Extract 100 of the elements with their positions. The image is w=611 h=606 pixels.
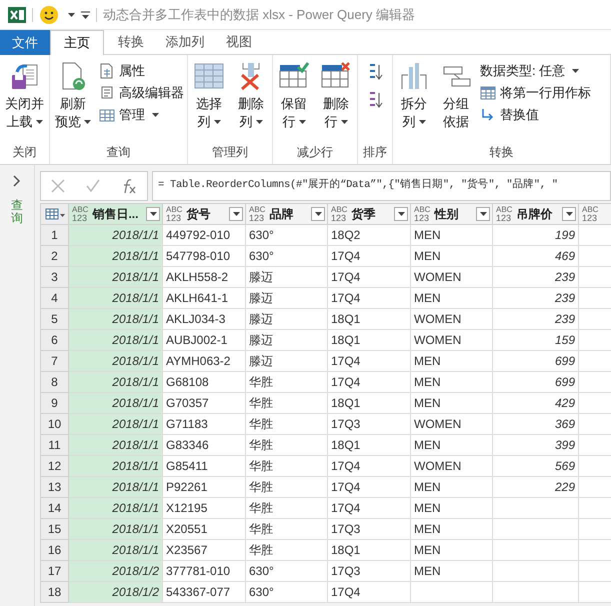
table-cell: G71183	[163, 414, 246, 435]
table-cell: 547798-010	[163, 246, 246, 267]
table-cell: 华胜	[246, 477, 328, 498]
ribbon-button[interactable]: 保留 行	[276, 61, 312, 131]
table-cell: AUBJ002-1	[163, 330, 246, 351]
filter-dropdown[interactable]	[476, 207, 490, 221]
caret-icon	[68, 12, 75, 16]
table-grid-icon	[193, 61, 225, 91]
table-cell: 569	[493, 456, 579, 477]
table-cell: MEN	[411, 372, 493, 393]
table-cell: WOMEN	[411, 309, 493, 330]
table-cell: 2018/1/1	[69, 288, 163, 309]
type-label[interactable]: ABC 123	[582, 206, 598, 222]
column-title: 销售日...	[92, 206, 140, 223]
row-number: 18	[41, 582, 69, 603]
type-label[interactable]: ABC 123	[249, 206, 266, 222]
ribbon-button[interactable]: 选择 列	[191, 61, 227, 131]
table-cell: 2018/1/2	[69, 582, 163, 603]
type-label[interactable]: ABC 123	[166, 206, 182, 222]
table-cell: 2018/1/1	[69, 393, 163, 414]
ribbon-button[interactable]: 属性	[99, 61, 184, 81]
column-title: 性别	[434, 206, 460, 223]
column-title: 吊牌价	[516, 206, 554, 223]
group-label: 转换	[488, 144, 514, 161]
ribbon-button[interactable]: 数据类型: 任意	[480, 61, 591, 81]
table-cell: 239	[493, 288, 579, 309]
table-cell: 18Q1	[328, 435, 411, 456]
ribbon-button[interactable]: 管理	[99, 105, 184, 125]
table-cell: 滕迈	[246, 351, 328, 372]
ribbon-button[interactable]: 分组 依据	[438, 61, 474, 131]
table-cell: 17Q4	[328, 267, 411, 288]
table-cell: 2018/1/1	[69, 435, 163, 456]
ribbon-button[interactable]: 拆分 列	[396, 61, 432, 131]
row-number: 3	[41, 267, 69, 288]
expand-chevron-icon[interactable]	[12, 175, 22, 187]
filter-dropdown[interactable]	[146, 207, 160, 221]
table-cell: 17Q4	[328, 351, 411, 372]
table-cell: 2018/1/1	[69, 477, 163, 498]
caret-icon	[566, 212, 572, 216]
table-cell: 2018/1/1	[69, 246, 163, 267]
row-number: 12	[41, 456, 69, 477]
table-cell: 17Q4	[328, 288, 411, 309]
table-cell: AYMH063-2	[163, 351, 246, 372]
table-cell: 699	[493, 351, 579, 372]
ribbon-tab[interactable]: 主页	[50, 30, 104, 55]
table-cell: G83346	[163, 435, 246, 456]
check-icon[interactable]	[86, 179, 100, 193]
row-number: 7	[41, 351, 69, 372]
ribbon-button[interactable]: 将第一行用作标	[480, 83, 591, 103]
table-cell: 18Q1	[328, 540, 411, 561]
table-cell: 630°	[246, 582, 328, 603]
spreadsheet-app-icon	[8, 6, 26, 24]
type-label[interactable]: ABC 123	[414, 206, 430, 222]
table-cell: 377781-010	[163, 561, 246, 582]
table-cell: MEN	[411, 225, 493, 246]
sort-ascending-icon[interactable]	[367, 63, 383, 81]
sort-descending-icon[interactable]	[367, 91, 383, 109]
ribbon-button[interactable]: 关闭并 上载	[3, 61, 46, 131]
filter-dropdown[interactable]	[394, 207, 408, 221]
filter-dropdown[interactable]	[229, 207, 243, 221]
table-cell: 17Q3	[328, 519, 411, 540]
customize-menu-icon[interactable]	[81, 10, 90, 18]
table-cell: MEN	[411, 288, 493, 309]
table-cell: G70357	[163, 393, 246, 414]
table-cell: WOMEN	[411, 414, 493, 435]
file-tab[interactable]: 文件	[0, 30, 50, 55]
table-cell: MEN	[411, 561, 493, 582]
table-cell: 159	[493, 330, 579, 351]
table-cell: 17Q4	[328, 498, 411, 519]
type-label[interactable]: ABC 123	[72, 206, 88, 222]
table-cell: 17Q4	[328, 372, 411, 393]
group-label: 关闭	[12, 144, 38, 161]
row-number: 5	[41, 309, 69, 330]
row-number: 16	[41, 540, 69, 561]
filter-dropdown[interactable]	[311, 207, 325, 221]
table-cell: X23567	[163, 540, 246, 561]
ribbon-button[interactable]: 高级编辑器	[99, 83, 184, 103]
filter-dropdown[interactable]	[562, 207, 576, 221]
table-cell: 华胜	[246, 456, 328, 477]
type-label[interactable]: ABC 123	[496, 206, 512, 222]
table-cell: 18Q1	[328, 393, 411, 414]
table-cell: 630°	[246, 561, 328, 582]
column-header[interactable]: ABC 123	[579, 204, 611, 225]
table-cell: 449792-010	[163, 225, 246, 246]
ribbon-button[interactable]: 替换值	[480, 105, 591, 125]
table-cell: X12195	[163, 498, 246, 519]
table-cell: 滕迈	[246, 288, 328, 309]
pane-title[interactable]: 查询	[11, 199, 23, 226]
table-cell: P92261	[163, 477, 246, 498]
table-menu-button[interactable]	[41, 204, 69, 225]
table-cell: 17Q3	[328, 561, 411, 582]
type-label[interactable]: ABC 123	[331, 206, 348, 222]
formula-field[interactable]: = Table.ReorderColumns(#"展开的“Data”",{"销售日期", "货号", "品牌", "	[152, 171, 611, 201]
ribbon-button[interactable]: 删除 列	[233, 61, 269, 131]
ribbon-button[interactable]: 刷新 预览	[53, 61, 93, 131]
smiley-icon[interactable]	[39, 4, 59, 24]
table-cell: 华胜	[246, 393, 328, 414]
ribbon-button[interactable]: 删除 行	[318, 61, 354, 131]
row-number: 1	[41, 225, 69, 246]
table-cell: 17Q4	[328, 477, 411, 498]
